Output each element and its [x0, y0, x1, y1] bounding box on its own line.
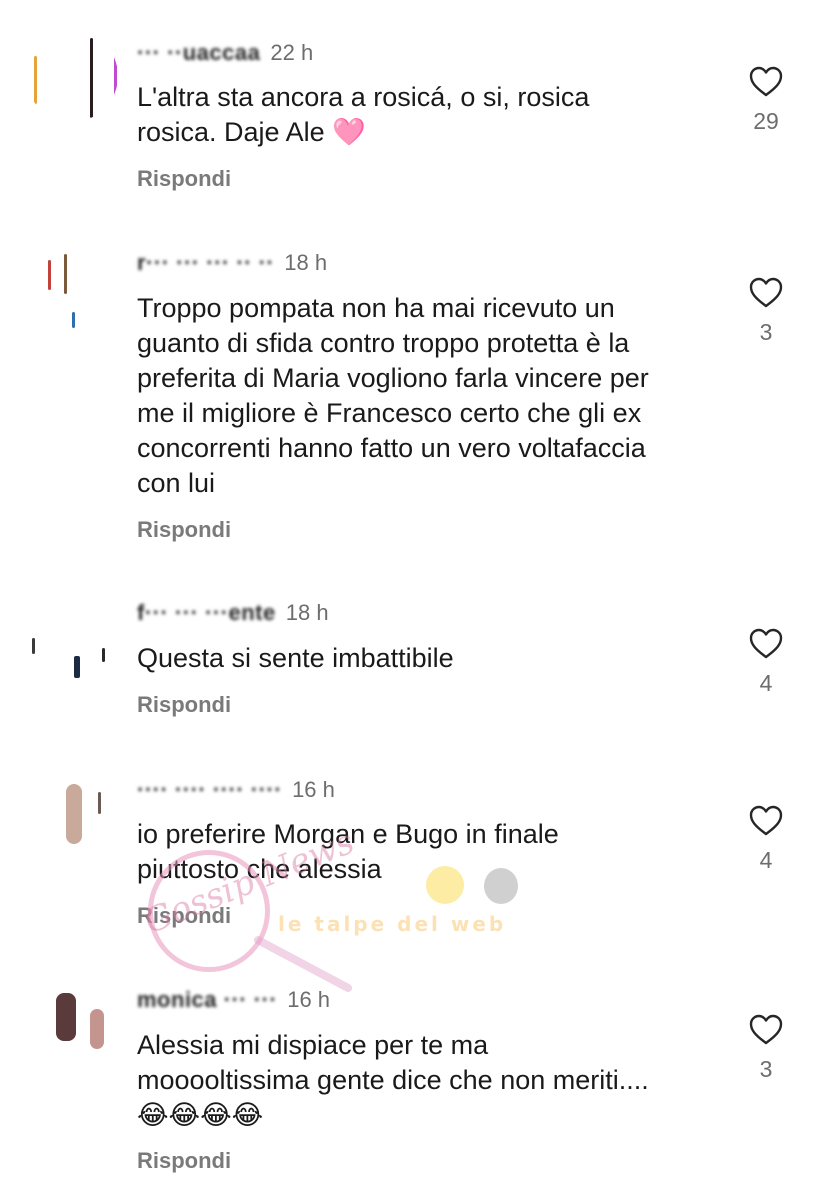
like-button[interactable]: 3 — [740, 1014, 792, 1083]
comment-line: preferita di Maria vogliono farla vincer… — [137, 363, 649, 393]
reply-button[interactable]: Rispondi — [137, 166, 231, 192]
heart-outline-icon[interactable] — [749, 277, 783, 309]
reply-button[interactable]: Rispondi — [137, 517, 231, 543]
comment-meta: ···· ···· ···· ···· 16 h — [137, 777, 335, 803]
avatar[interactable] — [26, 598, 118, 690]
like-count: 4 — [759, 847, 773, 873]
like-button[interactable]: 4 — [740, 628, 792, 697]
comment-line: mooooltissima gente dice che non meriti.… — [137, 1065, 649, 1095]
heart-outline-icon[interactable] — [749, 1014, 783, 1046]
comment-meta: r··· ··· ··· ·· ·· 18 h — [137, 250, 327, 276]
comment-line: piuttosto che alessia — [137, 854, 382, 884]
username[interactable]: r··· ··· ··· ·· ·· — [137, 250, 274, 275]
avatar[interactable] — [26, 983, 118, 1075]
timestamp: 16 h — [292, 777, 335, 802]
reply-button[interactable]: Rispondi — [137, 692, 231, 718]
comment-text: Questa si sente imbattibile — [137, 641, 727, 676]
timestamp: 16 h — [287, 987, 331, 1012]
comment-line: Alessia mi dispiace per te ma — [137, 1030, 489, 1060]
comment-meta: ··· ··uaccaa 22 h — [137, 40, 313, 66]
comment-meta: monica ··· ··· 16 h — [137, 987, 330, 1013]
timestamp: 22 h — [270, 40, 314, 65]
comment-text: Alessia mi dispiace per te ma mooooltiss… — [137, 1028, 727, 1133]
timestamp: 18 h — [285, 600, 329, 625]
watermark-handle — [252, 934, 354, 994]
timestamp: 18 h — [284, 250, 328, 275]
comment-line: L'altra sta ancora a rosicá, o si, rosic… — [137, 82, 590, 112]
comment-line: io preferire Morgan e Bugo in finale — [137, 819, 559, 849]
reply-button[interactable]: Rispondi — [137, 903, 231, 929]
avatar[interactable] — [26, 240, 118, 332]
watermark-band: le talpe del web — [278, 912, 507, 936]
like-button[interactable]: 29 — [740, 66, 792, 135]
heart-outline-icon[interactable] — [749, 628, 783, 660]
comment-text: Troppo pompata non ha mai ricevuto un gu… — [137, 291, 727, 501]
comment-text: L'altra sta ancora a rosicá, o si, rosic… — [137, 80, 727, 150]
username[interactable]: ··· ··uaccaa — [137, 40, 260, 65]
username[interactable]: ···· ···· ···· ···· — [137, 777, 282, 802]
avatar[interactable] — [26, 772, 118, 864]
comment-line: concorrenti hanno fatto un vero voltafac… — [137, 433, 646, 463]
avatar[interactable] — [26, 30, 118, 122]
like-count: 29 — [753, 108, 779, 134]
comment-line: con lui — [137, 468, 216, 498]
like-count: 3 — [759, 1056, 773, 1082]
comment-line: guanto di sfida contro troppo protetta è… — [137, 328, 630, 358]
comment-line: Troppo pompata non ha mai ricevuto un — [137, 293, 615, 323]
comment-meta: f··· ··· ···ente 18 h — [137, 600, 329, 626]
like-button[interactable]: 3 — [740, 277, 792, 346]
like-button[interactable]: 4 — [740, 805, 792, 874]
like-count: 4 — [759, 670, 773, 696]
comment-line: 😂😂😂😂 — [137, 1100, 264, 1131]
heart-outline-icon[interactable] — [749, 805, 783, 837]
username[interactable]: f··· ··· ···ente — [137, 600, 276, 625]
username[interactable]: monica ··· ··· — [137, 987, 277, 1012]
comment-text: io preferire Morgan e Bugo in finale piu… — [137, 817, 727, 887]
comment-line: Questa si sente imbattibile — [137, 643, 454, 673]
comment-line: rosica. Daje Ale 🩷 — [137, 117, 366, 147]
like-count: 3 — [759, 319, 773, 345]
comment-line: me il migliore è Francesco certo che gli… — [137, 398, 642, 428]
heart-outline-icon[interactable] — [749, 66, 783, 98]
reply-button[interactable]: Rispondi — [137, 1148, 231, 1174]
